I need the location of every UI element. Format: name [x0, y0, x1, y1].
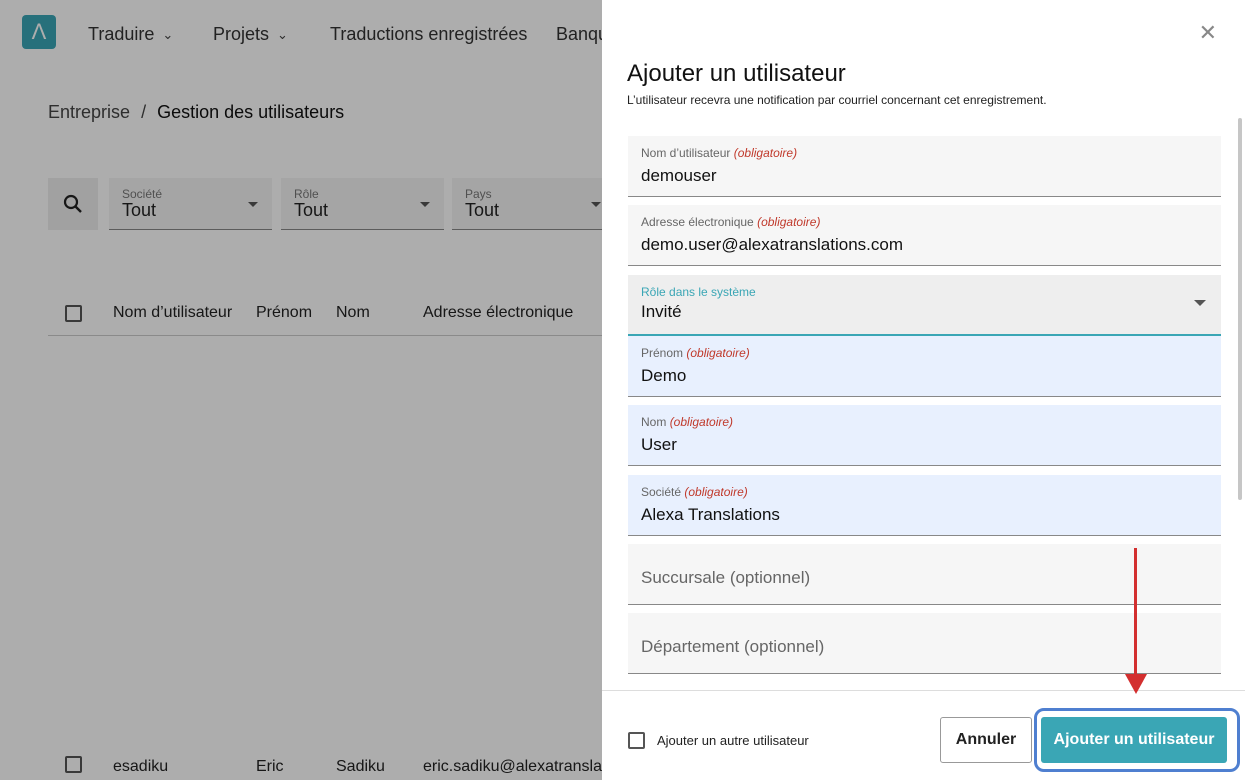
field-value: User [641, 435, 677, 454]
field-value: Demo [641, 366, 687, 385]
annotation-arrow-shaft [1134, 548, 1137, 678]
field-label: Rôle dans le système [641, 285, 756, 299]
arrow-down-icon [1125, 674, 1147, 694]
drawer-title: Ajouter un utilisateur [627, 60, 846, 87]
add-user-drawer: ✕ Ajouter un utilisateur L’utilisateur r… [602, 0, 1245, 780]
add-user-button[interactable]: Ajouter un utilisateur [1041, 717, 1227, 763]
username-field[interactable]: Nom d’utilisateur (obligatoire) demouser [628, 136, 1221, 197]
footer-divider [602, 690, 1245, 691]
field-value: demouser [641, 166, 717, 185]
last-name-field[interactable]: Nom (obligatoire) User [628, 405, 1221, 466]
field-label: Prénom (obligatoire) [641, 346, 750, 360]
field-label: Société (obligatoire) [641, 485, 748, 499]
field-placeholder: Département (optionnel) [641, 637, 825, 656]
company-field[interactable]: Société (obligatoire) Alexa Translations [628, 475, 1221, 536]
field-label: Nom d’utilisateur (obligatoire) [641, 146, 798, 160]
field-value: Invité [641, 302, 682, 321]
scrollbar[interactable] [1238, 118, 1242, 500]
field-value: Alexa Translations [641, 505, 780, 524]
add-another-checkbox[interactable] [628, 732, 645, 749]
field-label: Adresse électronique (obligatoire) [641, 215, 821, 229]
role-select[interactable]: Rôle dans le système Invité [628, 275, 1221, 336]
add-another-label[interactable]: Ajouter un autre utilisateur [657, 733, 809, 748]
email-field[interactable]: Adresse électronique (obligatoire) demo.… [628, 205, 1221, 266]
branch-field[interactable]: Succursale (optionnel) [628, 544, 1221, 605]
cancel-button[interactable]: Annuler [940, 717, 1032, 763]
field-value: demo.user@alexatranslations.com [641, 235, 903, 254]
caret-down-icon [1194, 300, 1206, 306]
field-label: Nom (obligatoire) [641, 415, 734, 429]
field-placeholder: Succursale (optionnel) [641, 568, 811, 587]
department-field[interactable]: Département (optionnel) [628, 613, 1221, 674]
drawer-subtitle: L’utilisateur recevra une notification p… [627, 93, 1047, 107]
first-name-field[interactable]: Prénom (obligatoire) Demo [628, 336, 1221, 397]
close-icon[interactable]: ✕ [1199, 22, 1217, 44]
